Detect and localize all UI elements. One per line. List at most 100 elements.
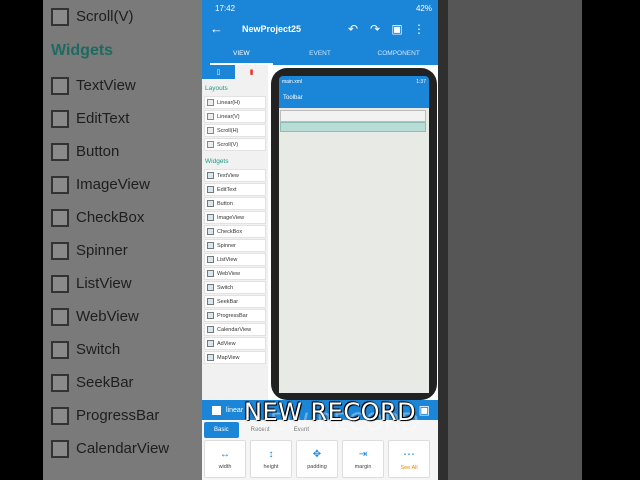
linear-v-icon (207, 113, 214, 120)
edittext-icon (207, 186, 214, 193)
status-bar: 17:42 42% (202, 0, 438, 16)
listview-icon (51, 274, 69, 293)
edittext-icon (51, 109, 69, 128)
selected-view-id: linear (226, 406, 244, 414)
status-time: 17:42 (215, 3, 236, 13)
calendarview-icon (207, 326, 214, 333)
palette-item-listview[interactable]: ListView (204, 253, 266, 266)
palette-item-webview[interactable]: WebView (204, 267, 266, 280)
preview-file-name: main.xml (282, 79, 303, 85)
switch-icon (207, 284, 214, 291)
bg-list-item: TextView (43, 69, 202, 102)
more-dots-icon: ⋯ (403, 447, 415, 461)
back-arrow-icon[interactable]: ← (210, 21, 228, 36)
palette-item-mapview[interactable]: MapView (204, 351, 266, 364)
more-vert-icon[interactable]: ⋮ (408, 22, 430, 36)
palette-tab-widgets[interactable]: ▯ (202, 65, 235, 79)
palette-item-scroll-v[interactable]: Scroll(V) (204, 138, 266, 151)
adview-icon (207, 340, 214, 347)
palette-item-seekbar[interactable]: SeekBar (204, 295, 266, 308)
height-icon: ↕ (268, 448, 274, 460)
scroll-v-icon (207, 141, 214, 148)
undo-icon[interactable]: ↶ (342, 22, 364, 36)
palette-item-imageview[interactable]: ImageView (204, 211, 266, 224)
checkbox-icon (51, 208, 69, 227)
battery-level: 42% (415, 3, 432, 13)
preview-linear-layout[interactable] (280, 110, 426, 122)
calendarview-icon (51, 439, 69, 458)
margin-icon: ⇥ (358, 448, 368, 460)
tab-basic[interactable]: Basic (204, 422, 239, 438)
imageview-icon (207, 214, 214, 221)
project-title: NewProject25 (242, 23, 302, 34)
padding-button[interactable]: ✥ padding (296, 440, 338, 478)
phone-edge (438, 0, 448, 480)
palette-item-calendarview[interactable]: CalendarView (204, 323, 266, 336)
widgets-icon: ▯ (216, 69, 221, 76)
preview-status-bar: main.xml 1:37 (279, 76, 429, 88)
bg-list-item: ImageView (43, 168, 202, 201)
margin-button[interactable]: ⇥ margin (342, 440, 384, 478)
tab-event[interactable]: EVENT (281, 41, 360, 65)
palette-item-spinner[interactable]: Spinner (204, 239, 266, 252)
progressbar-icon (207, 312, 214, 319)
palette-item-button[interactable]: Button (204, 197, 266, 210)
bg-list-item: Spinner (43, 234, 202, 267)
checkbox-square-icon (212, 405, 221, 415)
switch-icon (51, 340, 69, 359)
bg-list-item: CheckBox (43, 201, 202, 234)
palette-item-edittext[interactable]: EditText (204, 183, 266, 196)
bg-list-item: Scroll(V) (43, 0, 202, 33)
bg-list-item: WebView (43, 300, 202, 333)
palette-item-adview[interactable]: AdView (204, 337, 266, 350)
palette-item-scroll-h[interactable]: Scroll(H) (204, 124, 266, 137)
bg-list-item: ListView (43, 267, 202, 300)
layout-preview: main.xml 1:37 Toolbar (271, 68, 437, 400)
bookmark-icon: ▮ (249, 69, 254, 76)
redo-icon[interactable]: ↷ (364, 22, 386, 36)
width-button[interactable]: ↔ width (204, 440, 246, 478)
background-right-panel (438, 0, 582, 480)
scroll-h-icon (207, 127, 214, 134)
listview-icon (207, 256, 214, 263)
mapview-icon (207, 354, 214, 361)
save-icon[interactable]: ▣ (386, 22, 408, 36)
palette-item-progressbar[interactable]: ProgressBar (204, 309, 266, 322)
palette-tabs: ▯ ▮ (202, 65, 268, 79)
widget-palette: ▯ ▮ Layouts Linear(H) Linear(V) Scroll(H… (202, 65, 268, 400)
textview-icon (51, 76, 69, 95)
imageview-icon (51, 175, 69, 194)
progressbar-icon (51, 406, 69, 425)
save-icon[interactable]: ▣ (419, 403, 430, 417)
background-left-panel: Scroll(V) Widgets TextView EditText Butt… (43, 0, 202, 480)
scroll-v-icon (51, 7, 69, 26)
spinner-icon (51, 241, 69, 260)
palette-item-linear-v[interactable]: Linear(V) (204, 110, 266, 123)
palette-item-checkbox[interactable]: CheckBox (204, 225, 266, 238)
tab-component[interactable]: COMPONENT (359, 41, 438, 65)
padding-icon: ✥ (312, 448, 322, 460)
palette-item-linear-h[interactable]: Linear(H) (204, 96, 266, 109)
property-buttons: ↔ width ↕ height ✥ padding ⇥ margin ⋯ See All (202, 440, 438, 478)
main-tabs: VIEW EVENT COMPONENT (202, 41, 438, 65)
tab-view[interactable]: VIEW (202, 41, 281, 65)
webview-icon (51, 307, 69, 326)
bg-list-item: Switch (43, 333, 202, 366)
preview-canvas[interactable] (279, 108, 429, 393)
preview-selected-layout[interactable] (280, 122, 426, 132)
bg-list-item: Button (43, 135, 202, 168)
palette-item-switch[interactable]: Switch (204, 281, 266, 294)
bg-list-item: ProgressBar (43, 399, 202, 432)
bg-list-item: SeekBar (43, 366, 202, 399)
seekbar-icon (207, 298, 214, 305)
button-icon (207, 200, 214, 207)
stage: Scroll(V) Widgets TextView EditText Butt… (0, 0, 640, 480)
palette-item-textview[interactable]: TextView (204, 169, 266, 182)
bg-section-header: Widgets (51, 42, 114, 59)
bg-list-item: EditText (43, 102, 202, 135)
linear-h-icon (207, 99, 214, 106)
overlay-caption: NEW RECORD (244, 398, 417, 426)
palette-tab-bookmarks[interactable]: ▮ (235, 65, 268, 79)
see-all-button[interactable]: ⋯ See All (388, 440, 430, 478)
height-button[interactable]: ↕ height (250, 440, 292, 478)
